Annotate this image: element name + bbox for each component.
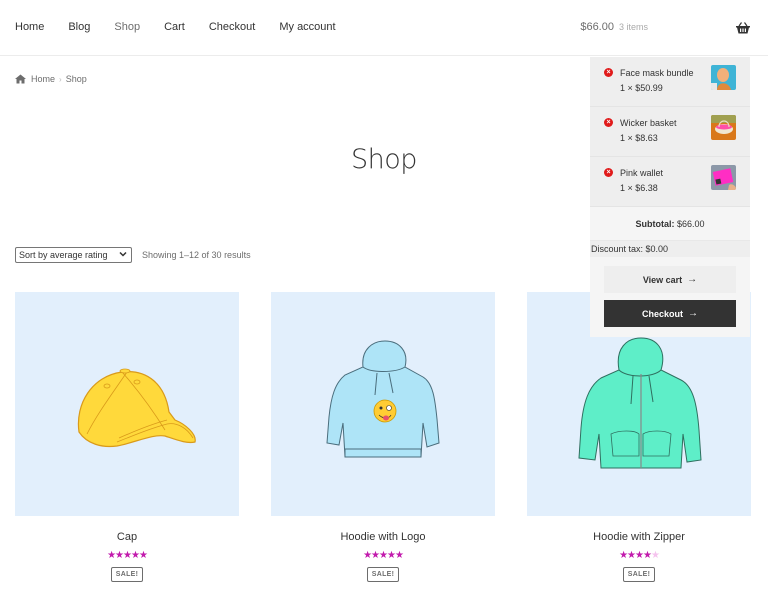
product-name[interactable]: Hoodie with Zipper (527, 531, 751, 543)
result-count: Showing 1–12 of 30 results (142, 250, 251, 260)
remove-item-icon[interactable]: × (604, 168, 613, 177)
nav-shop[interactable]: Shop (114, 21, 140, 33)
nav-blog[interactable]: Blog (68, 21, 90, 33)
star-icon: ★ (363, 550, 372, 561)
star-icon: ★ (394, 550, 404, 561)
star-icon: ★ (627, 550, 636, 561)
arrow-right-icon: → (687, 274, 698, 285)
nav-home[interactable]: Home (15, 21, 44, 33)
product-rating: ★ ★ ★ ★ ★ (527, 550, 751, 561)
star-icon: ★ (635, 550, 644, 561)
breadcrumb-current: Shop (65, 74, 87, 84)
star-icon: ★ (619, 550, 628, 561)
star-empty-icon: ★ (650, 550, 660, 561)
product-rating: ★ ★ ★ ★ ★ (15, 550, 239, 561)
mini-cart-item-quantity: 1 × $50.99 (620, 83, 663, 93)
cap-image (77, 368, 196, 448)
subtotal-value: $66.00 (676, 219, 705, 229)
face-mask-thumbnail[interactable] (711, 65, 736, 90)
pink-wallet-thumbnail[interactable] (711, 165, 736, 190)
star-icon: ★ (130, 550, 140, 561)
cart-count: 3 items (618, 22, 648, 32)
product-card: Hoodie with Logo ★ ★ ★ ★ ★ SALE! (271, 292, 495, 582)
mini-cart-dropdown: × Face mask bundle 1 × $50.99 × Wicker b… (590, 57, 750, 337)
product-card: Cap ★ ★ ★ ★ ★ SALE! (15, 292, 239, 582)
header-cart-link[interactable]: $66.00 3 items (580, 21, 750, 34)
product-rating: ★ ★ ★ ★ ★ (271, 550, 495, 561)
product-image[interactable] (15, 292, 239, 516)
mini-cart-subtotal: Subtotal: $66.00 (590, 207, 750, 241)
shop-toolbar: Sort by average rating Showing 1–12 of 3… (15, 247, 251, 263)
product-image[interactable] (271, 292, 495, 516)
checkout-label: Checkout (641, 308, 683, 319)
remove-item-icon[interactable]: × (604, 118, 613, 127)
mini-cart-item: × Pink wallet 1 × $6.38 (590, 157, 750, 207)
site-header: Home Blog Shop Cart Checkout My account … (0, 0, 768, 56)
chevron-down-icon (119, 250, 127, 260)
sale-badge: SALE! (366, 567, 400, 582)
hoodie-logo-image (326, 340, 440, 458)
remove-item-icon[interactable]: × (604, 68, 613, 77)
home-icon (15, 74, 26, 84)
mini-cart-item-name[interactable]: Face mask bundle (620, 68, 694, 78)
sale-badge: SALE! (622, 567, 656, 582)
subtotal-label: Subtotal: (635, 219, 675, 229)
mini-cart-item-name[interactable]: Pink wallet (620, 168, 663, 178)
star-icon: ★ (386, 550, 396, 561)
view-cart-button[interactable]: View cart → (604, 266, 736, 293)
star-icon: ★ (138, 550, 148, 561)
mini-cart-item-quantity: 1 × $6.38 (620, 183, 658, 193)
star-icon: ★ (642, 550, 652, 561)
breadcrumb-separator: › (59, 74, 62, 84)
product-name[interactable]: Hoodie with Logo (271, 531, 495, 543)
primary-nav: Home Blog Shop Cart Checkout My account (15, 21, 360, 33)
mini-cart-item-name[interactable]: Wicker basket (620, 118, 677, 128)
product-name[interactable]: Cap (15, 531, 239, 543)
checkout-button[interactable]: Checkout → (604, 300, 736, 327)
star-icon: ★ (123, 550, 132, 561)
arrow-right-icon: → (688, 308, 698, 319)
cart-amount: $66.00 (580, 21, 614, 33)
mini-cart-item: × Face mask bundle 1 × $50.99 (590, 57, 750, 107)
star-icon: ★ (107, 550, 116, 561)
mini-cart-item-quantity: 1 × $8.63 (620, 133, 658, 143)
mini-cart-buttons: View cart → Checkout → (590, 257, 750, 337)
star-icon: ★ (371, 550, 380, 561)
discount-tax: Discount tax: $0.00 (590, 241, 750, 257)
basket-icon[interactable] (736, 21, 750, 34)
nav-my-account[interactable]: My account (279, 21, 335, 33)
view-cart-label: View cart (642, 274, 683, 285)
nav-checkout[interactable]: Checkout (209, 21, 255, 33)
sale-badge: SALE! (110, 567, 144, 582)
hoodie-zipper-image (578, 337, 702, 469)
star-icon: ★ (115, 550, 124, 561)
mini-cart-item: × Wicker basket 1 × $8.63 (590, 107, 750, 157)
wicker-basket-thumbnail[interactable] (711, 115, 736, 140)
breadcrumb: Home › Shop (15, 74, 87, 84)
breadcrumb-home[interactable]: Home (31, 74, 55, 84)
star-icon: ★ (379, 550, 388, 561)
nav-cart[interactable]: Cart (164, 21, 185, 33)
sort-selected-value: Sort by average rating (19, 250, 108, 260)
sort-select[interactable]: Sort by average rating (15, 247, 132, 263)
